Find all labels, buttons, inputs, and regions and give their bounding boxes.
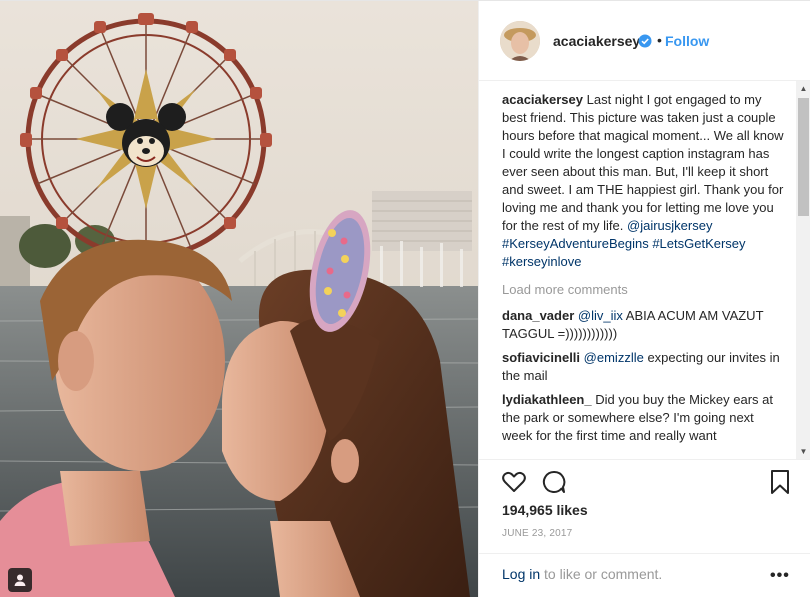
comment-username[interactable]: lydiakathleen_ <box>502 392 592 407</box>
follow-button[interactable]: Follow <box>665 33 709 49</box>
verified-badge-icon <box>638 34 652 48</box>
caption-username[interactable]: acaciakersey <box>502 92 583 107</box>
bookmark-icon[interactable] <box>768 469 792 495</box>
comments-scrollbar[interactable]: ▲ ▼ <box>796 81 810 459</box>
scroll-thumb[interactable] <box>798 98 809 216</box>
instagram-post-window: acaciakersey • Follow acaciakersey Last … <box>0 0 810 597</box>
login-link[interactable]: Log in <box>502 566 540 582</box>
heart-icon[interactable] <box>501 469 527 495</box>
comment-mention[interactable]: @emizzlle <box>584 350 644 365</box>
scroll-down-arrow-icon[interactable]: ▼ <box>796 444 810 459</box>
comments-list: acaciakersey Last night I got engaged to… <box>502 91 787 451</box>
post-photo[interactable] <box>0 1 478 597</box>
likes-count[interactable]: 194,965 likes <box>502 502 588 518</box>
caption-hashtags[interactable]: #KerseyAdventureBegins #LetsGetKersey #k… <box>502 236 746 269</box>
separator-dot: • <box>657 32 662 48</box>
post-actions: 194,965 likes JUNE 23, 2017 <box>479 459 810 553</box>
caption-mention[interactable]: @jairusjkersey <box>627 218 712 233</box>
user-tag-icon[interactable] <box>8 568 32 592</box>
comment-item: lydiakathleen_ Did you buy the Mickey ea… <box>502 391 787 445</box>
photo-illustration <box>0 1 478 597</box>
post-caption: acaciakersey Last night I got engaged to… <box>502 91 787 271</box>
comment-mention[interactable]: @liv_iix <box>578 308 623 323</box>
comment-item: sofiavicinelli @emizzlle expecting our i… <box>502 349 787 385</box>
comment-username[interactable]: sofiavicinelli <box>502 350 580 365</box>
post-date: JUNE 23, 2017 <box>502 528 573 539</box>
load-more-comments-button[interactable]: Load more comments <box>502 281 787 299</box>
scroll-up-arrow-icon[interactable]: ▲ <box>796 81 810 96</box>
post-header: acaciakersey • Follow <box>479 1 810 81</box>
comments-section[interactable]: acaciakersey Last night I got engaged to… <box>479 81 810 461</box>
login-prompt: Log in to like or comment. <box>502 566 662 582</box>
caption-text: Last night I got engaged to my best frie… <box>502 92 784 233</box>
avatar[interactable] <box>500 21 540 61</box>
comment-item: dana_vader @liv_iix ABIA ACUM AM VAZUT T… <box>502 307 787 343</box>
comment-username[interactable]: dana_vader <box>502 308 574 323</box>
login-prompt-text: to like or comment. <box>540 566 663 582</box>
post-username[interactable]: acaciakersey <box>553 33 640 49</box>
more-options-icon[interactable]: ••• <box>770 567 790 585</box>
comment-icon[interactable] <box>541 469 567 495</box>
post-footer: Log in to like or comment. ••• <box>479 553 810 597</box>
post-sidebar: acaciakersey • Follow acaciakersey Last … <box>478 1 810 597</box>
